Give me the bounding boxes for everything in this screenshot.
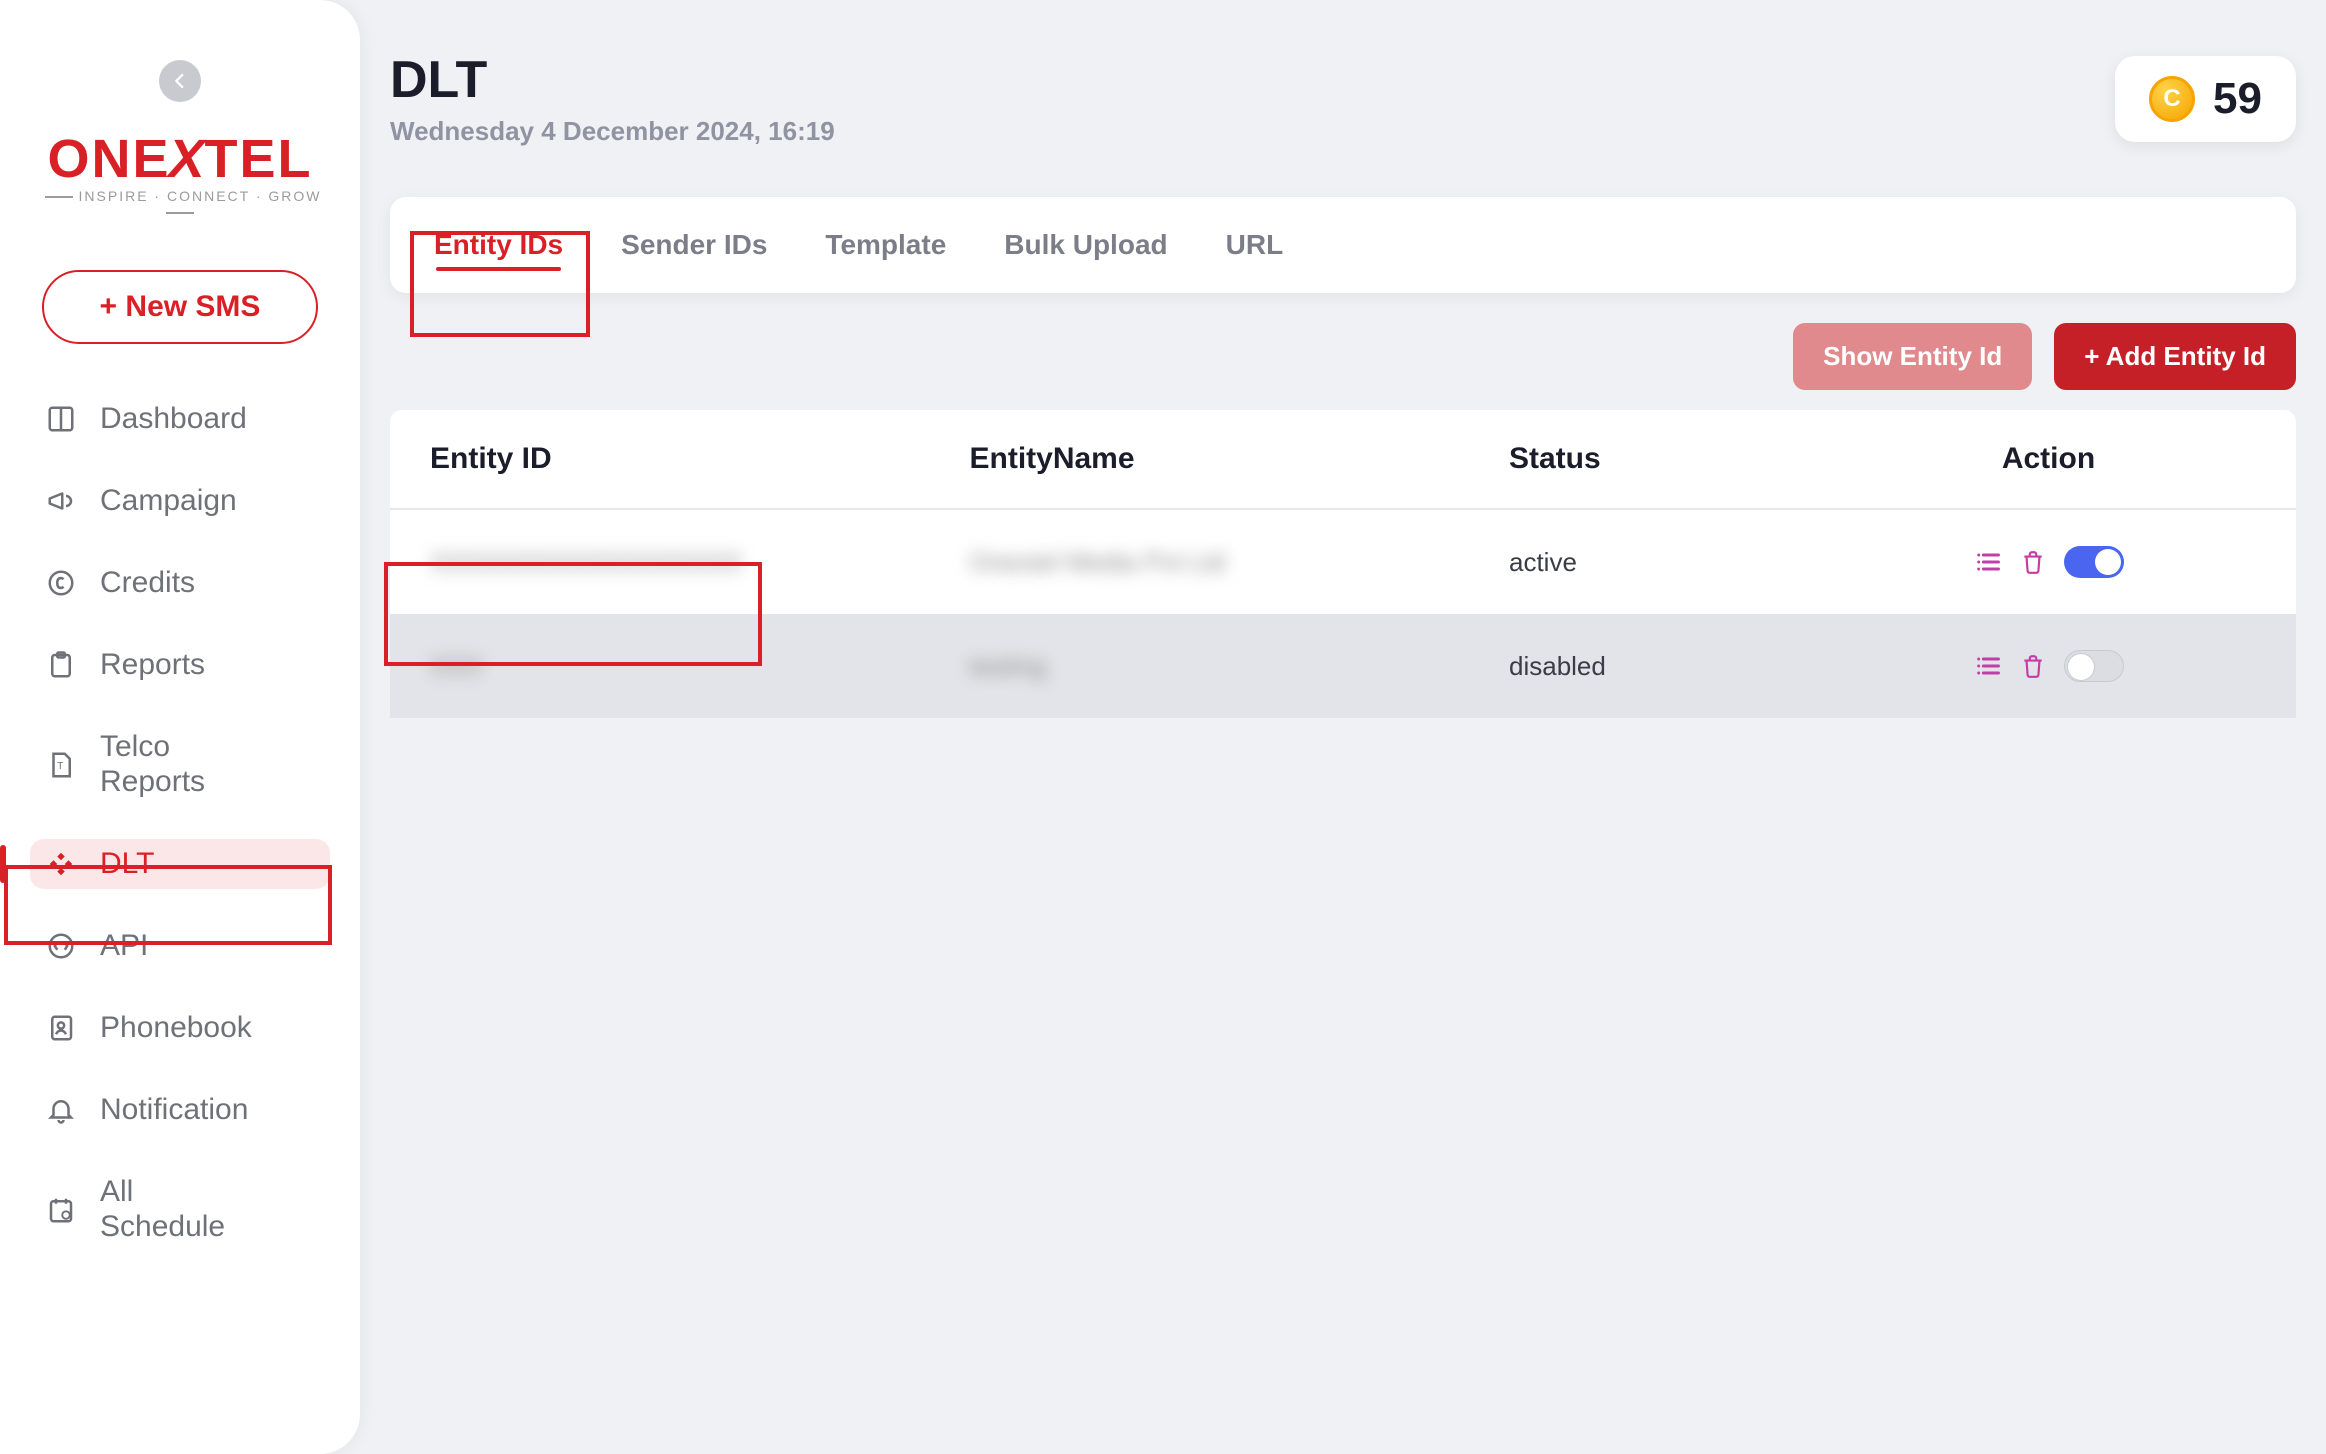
phonebook-icon xyxy=(44,1011,78,1045)
page-subtitle: Wednesday 4 December 2024, 16:19 xyxy=(390,116,835,147)
cell-status: disabled xyxy=(1509,651,1841,682)
api-icon xyxy=(44,929,78,963)
cell-entity-id: XXXXXXXXXXXXXXXXXX xyxy=(430,547,970,578)
tab-entity-ids[interactable]: Entity IDs xyxy=(430,201,567,289)
sidebar-item-label: Reports xyxy=(100,648,205,682)
sidebar-item-label: Phonebook xyxy=(100,1011,252,1045)
table-row: XXXXXXXXXXXXXXXXXX Onextel Media Pvt Ltd… xyxy=(390,510,2296,614)
list-icon[interactable] xyxy=(1974,652,2002,680)
th-entity-id: Entity ID xyxy=(430,442,970,476)
sidebar-item-label: DLT xyxy=(100,847,154,881)
tab-template[interactable]: Template xyxy=(821,201,950,289)
sidebar-item-all-schedule[interactable]: AllSchedule xyxy=(30,1167,330,1252)
megaphone-icon xyxy=(44,484,78,518)
sidebar-item-notification[interactable]: Notification xyxy=(30,1085,330,1135)
credits-value: 59 xyxy=(2213,74,2262,124)
sidebar-item-label: TelcoReports xyxy=(100,730,205,799)
sidebar-item-label: API xyxy=(100,929,148,963)
table-header: Entity ID EntityName Status Action xyxy=(390,410,2296,510)
svg-text:T: T xyxy=(57,760,63,771)
enable-toggle[interactable] xyxy=(2064,650,2124,682)
cell-action xyxy=(1841,650,2256,682)
sidebar-item-api[interactable]: API xyxy=(30,921,330,971)
page-header: DLT Wednesday 4 December 2024, 16:19 C 5… xyxy=(390,50,2296,147)
file-icon: T xyxy=(44,748,78,782)
entity-table: Entity ID EntityName Status Action XXXXX… xyxy=(390,410,2296,718)
sidebar-nav: Dashboard Campaign Credits Reports T Tel… xyxy=(30,394,330,1252)
sidebar-item-dashboard[interactable]: Dashboard xyxy=(30,394,330,444)
cell-entity-id: XXX xyxy=(430,651,970,682)
trash-icon[interactable] xyxy=(2020,653,2046,679)
tab-url[interactable]: URL xyxy=(1222,201,1288,289)
sidebar-item-credits[interactable]: Credits xyxy=(30,558,330,608)
sidebar-item-campaign[interactable]: Campaign xyxy=(30,476,330,526)
main-content: DLT Wednesday 4 December 2024, 16:19 C 5… xyxy=(360,0,2326,1454)
cell-entity-name: Onextel Media Pvt Ltd xyxy=(970,547,1510,578)
page-title: DLT xyxy=(390,50,835,110)
th-status: Status xyxy=(1509,442,1841,476)
chevron-left-icon xyxy=(171,72,189,90)
sidebar-item-label: Dashboard xyxy=(100,402,247,436)
dashboard-icon xyxy=(44,402,78,436)
add-entity-id-button[interactable]: + Add Entity Id xyxy=(2054,323,2296,390)
tab-bulk-upload[interactable]: Bulk Upload xyxy=(1000,201,1171,289)
clipboard-icon xyxy=(44,648,78,682)
enable-toggle[interactable] xyxy=(2064,546,2124,578)
sidebar-item-dlt[interactable]: DLT xyxy=(30,839,330,889)
collapse-sidebar-button[interactable] xyxy=(159,60,201,102)
trash-icon[interactable] xyxy=(2020,549,2046,575)
logo-tagline: INSPIRE · CONNECT · GROW xyxy=(79,188,322,204)
sidebar-item-reports[interactable]: Reports xyxy=(30,640,330,690)
show-entity-id-button[interactable]: Show Entity Id xyxy=(1793,323,2032,390)
credits-icon xyxy=(44,566,78,600)
sidebar-item-phonebook[interactable]: Phonebook xyxy=(30,1003,330,1053)
tab-sender-ids[interactable]: Sender IDs xyxy=(617,201,771,289)
th-entity-name: EntityName xyxy=(970,442,1510,476)
calendar-icon xyxy=(44,1193,78,1227)
th-action: Action xyxy=(1841,442,2256,476)
tabs-bar: Entity IDs Sender IDs Template Bulk Uplo… xyxy=(390,197,2296,293)
sidebar-item-label: Notification xyxy=(100,1093,248,1127)
cell-status: active xyxy=(1509,547,1841,578)
sidebar: ONEXTEL INSPIRE · CONNECT · GROW + New S… xyxy=(0,0,360,1454)
sidebar-item-label: Credits xyxy=(100,566,195,600)
coin-icon: C xyxy=(2149,76,2195,122)
bell-icon xyxy=(44,1093,78,1127)
table-row: XXX testing disabled xyxy=(390,614,2296,718)
list-icon[interactable] xyxy=(1974,548,2002,576)
sidebar-item-label: Campaign xyxy=(100,484,237,518)
sidebar-item-label: AllSchedule xyxy=(100,1175,225,1244)
dlt-icon xyxy=(44,847,78,881)
sidebar-item-telco-reports[interactable]: T TelcoReports xyxy=(30,722,330,807)
new-sms-button[interactable]: + New SMS xyxy=(42,270,318,344)
table-actions: Show Entity Id + Add Entity Id xyxy=(390,323,2296,390)
cell-entity-name: testing xyxy=(970,651,1510,682)
logo: ONEXTEL INSPIRE · CONNECT · GROW xyxy=(30,132,330,220)
credits-chip[interactable]: C 59 xyxy=(2115,56,2296,142)
cell-action xyxy=(1841,546,2256,578)
